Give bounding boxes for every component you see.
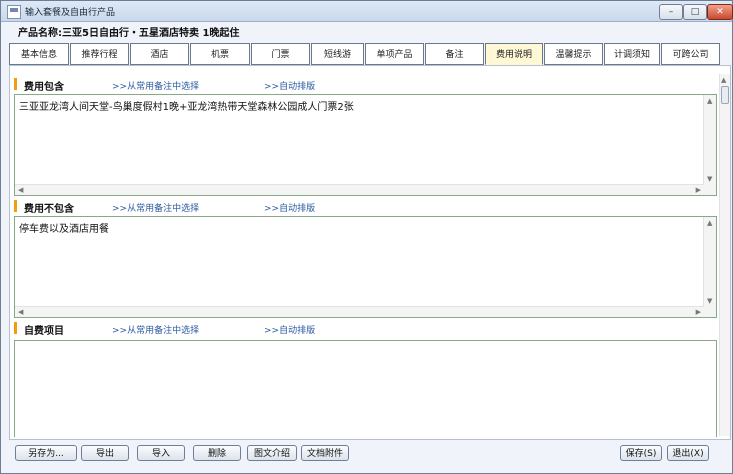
tab-warm-tips[interactable]: 温馨提示 — [544, 43, 603, 65]
scroll-up-arrow-icon[interactable]: ▲ — [707, 97, 712, 105]
product-name-value: 三亚5日自由行・五星酒店特卖 1晚起住 — [62, 28, 240, 39]
close-button[interactable]: ✕ — [707, 4, 733, 20]
self-paid-textarea[interactable] — [14, 340, 717, 437]
tab-cross-company[interactable]: 可跨公司 — [661, 43, 720, 65]
scroll-down-arrow-icon[interactable]: ▼ — [707, 175, 712, 183]
self-paid-auto-format-link[interactable]: >>自动排版 — [264, 323, 315, 336]
maximize-button[interactable]: □ — [683, 4, 707, 20]
excluded-title: 费用不包含 — [24, 204, 74, 215]
scroll-right-arrow-icon[interactable]: ▶ — [696, 308, 701, 316]
scroll-left-arrow-icon[interactable]: ◀ — [18, 186, 23, 194]
doc-attachment-button[interactable]: 文档附件 — [301, 445, 349, 461]
title-bar[interactable]: 输入套餐及自由行产品 – □ ✕ — [1, 1, 733, 22]
included-section-header: 费用包含 >>从常用备注中选择 >>自动排版 — [14, 78, 414, 93]
cost-description-panel: 费用包含 >>从常用备注中选择 >>自动排版 三亚亚龙湾人间天堂-鸟巢度假村1晚… — [9, 65, 731, 440]
self-paid-section-header: 自费项目 >>从常用备注中选择 >>自动排版 — [14, 322, 414, 337]
included-textarea[interactable]: 三亚亚龙湾人间天堂-鸟巢度假村1晚+亚龙湾热带天堂森林公园成人门票2张 ▲ ▼ … — [14, 94, 717, 196]
scrollbar-thumb[interactable] — [721, 86, 729, 104]
window-title: 输入套餐及自由行产品 — [25, 8, 116, 18]
self-paid-title: 自费项目 — [24, 326, 64, 337]
section-marker — [14, 200, 17, 212]
included-horizontal-scrollbar[interactable]: ◀ ▶ — [15, 184, 704, 195]
section-marker — [14, 322, 17, 334]
tab-basic-info[interactable]: 基本信息 — [9, 43, 69, 65]
tab-hotel[interactable]: 酒店 — [130, 43, 189, 65]
excluded-section-header: 费用不包含 >>从常用备注中选择 >>自动排版 — [14, 200, 414, 215]
excluded-vertical-scrollbar[interactable]: ▲ ▼ — [703, 217, 716, 317]
tab-cost-description[interactable]: 费用说明 — [485, 43, 543, 65]
tab-flights[interactable]: 机票 — [190, 43, 250, 65]
section-marker — [14, 78, 17, 90]
tab-short-tour[interactable]: 短线游 — [311, 43, 364, 65]
image-text-intro-button[interactable]: 图文介绍 — [247, 445, 297, 461]
included-select-common-notes-link[interactable]: >>从常用备注中选择 — [112, 79, 199, 92]
scroll-left-arrow-icon[interactable]: ◀ — [18, 308, 23, 316]
import-button[interactable]: 导入 — [137, 445, 185, 461]
included-auto-format-link[interactable]: >>自动排版 — [264, 79, 315, 92]
tab-notes[interactable]: 备注 — [425, 43, 484, 65]
tab-dispatch-notes[interactable]: 计调须知 — [604, 43, 660, 65]
product-name-line: 产品名称:三亚5日自由行・五星酒店特卖 1晚起住 — [18, 24, 239, 39]
excluded-auto-format-link[interactable]: >>自动排版 — [264, 201, 315, 214]
excluded-horizontal-scrollbar[interactable]: ◀ ▶ — [15, 306, 704, 317]
included-text: 三亚亚龙湾人间天堂-鸟巢度假村1晚+亚龙湾热带天堂森林公园成人门票2张 — [19, 102, 354, 113]
self-paid-select-common-notes-link[interactable]: >>从常用备注中选择 — [112, 323, 199, 336]
excluded-textarea[interactable]: 停车费以及酒店用餐 ▲ ▼ ◀ ▶ — [14, 216, 717, 318]
product-name-label: 产品名称: — [18, 28, 62, 39]
minimize-button[interactable]: – — [659, 4, 683, 20]
export-button[interactable]: 导出 — [81, 445, 129, 461]
exit-button[interactable]: 退出(X) — [667, 445, 709, 461]
tab-single-product[interactable]: 单项产品 — [365, 43, 424, 65]
scroll-up-arrow-icon[interactable]: ▲ — [707, 219, 712, 227]
scroll-up-arrow-icon[interactable]: ▲ — [721, 76, 726, 84]
excluded-select-common-notes-link[interactable]: >>从常用备注中选择 — [112, 201, 199, 214]
dialog-window: 输入套餐及自由行产品 – □ ✕ 产品名称:三亚5日自由行・五星酒店特卖 1晚起… — [0, 0, 733, 474]
included-title: 费用包含 — [24, 82, 64, 93]
scroll-right-arrow-icon[interactable]: ▶ — [696, 186, 701, 194]
excluded-text: 停车费以及酒店用餐 — [19, 224, 109, 235]
tab-tickets[interactable]: 门票 — [251, 43, 310, 65]
bottom-button-bar: 另存为... 导出 导入 删除 图文介绍 文档附件 保存(S) 退出(X) — [1, 440, 732, 473]
delete-button[interactable]: 删除 — [193, 445, 241, 461]
included-vertical-scrollbar[interactable]: ▲ ▼ — [703, 95, 716, 195]
save-button[interactable]: 保存(S) — [620, 445, 662, 461]
app-icon — [7, 5, 21, 19]
scroll-down-arrow-icon[interactable]: ▼ — [707, 297, 712, 305]
panel-vertical-scrollbar[interactable]: ▲ — [719, 74, 730, 436]
tab-recommended-itinerary[interactable]: 推荐行程 — [70, 43, 129, 65]
save-as-button[interactable]: 另存为... — [15, 445, 77, 461]
